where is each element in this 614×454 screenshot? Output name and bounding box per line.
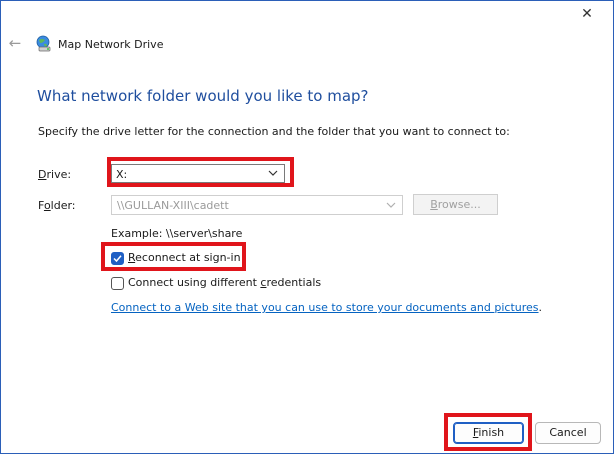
credentials-label: Connect using different credentials [128, 276, 321, 289]
example-text: Example: \\server\share [111, 227, 243, 240]
folder-input-value: \\GULLAN-XIII\cadett [117, 199, 229, 212]
chevron-down-icon [386, 202, 396, 208]
folder-label-rest: lder: [50, 199, 76, 212]
cancel-button[interactable]: Cancel [535, 422, 601, 444]
reconnect-highlight-box [101, 242, 246, 271]
close-icon[interactable]: ✕ [577, 4, 597, 24]
browse-label-rest: rowse... [437, 198, 481, 211]
browse-accesskey: B [430, 198, 438, 211]
checkbox-unchecked[interactable] [111, 277, 124, 290]
browse-button[interactable]: Browse... [413, 194, 498, 215]
drive-label: Drive: [38, 168, 71, 181]
credentials-label-pre: Connect using different [128, 276, 261, 289]
dialog-window [0, 0, 614, 454]
folder-combobox[interactable]: \\GULLAN-XIII\cadett [111, 195, 403, 215]
credentials-checkbox[interactable]: Connect using different credentials [111, 276, 321, 292]
credentials-label-rest: redentials [266, 276, 322, 289]
finish-highlight-box [444, 413, 532, 451]
drive-label-rest: rive: [46, 168, 72, 181]
web-site-link-text[interactable]: Connect to a Web site that you can use t… [111, 301, 539, 314]
folder-label-accesskey: o [43, 199, 51, 212]
window-title: Map Network Drive [58, 38, 164, 51]
drive-highlight-box [107, 157, 294, 187]
page-heading: What network folder would you like to ma… [37, 87, 369, 105]
back-arrow-icon[interactable]: ← [7, 35, 23, 51]
network-drive-icon [36, 35, 51, 52]
folder-label: Folder: [38, 199, 76, 212]
intro-text: Specify the drive letter for the connect… [38, 125, 510, 138]
web-site-link[interactable]: Connect to a Web site that you can use t… [111, 301, 542, 314]
web-site-link-suffix: . [538, 301, 543, 314]
